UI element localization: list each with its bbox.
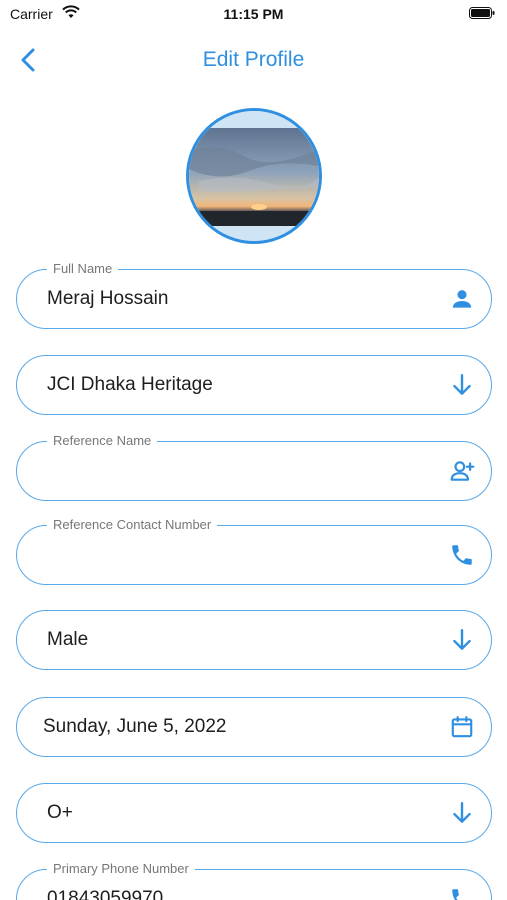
full-name-value[interactable]: Meraj Hossain [47,288,168,310]
club-dropdown[interactable]: JCI Dhaka Heritage [16,355,492,415]
blood-group-value: O+ [47,802,73,823]
person-icon [452,290,472,308]
primary-phone-value[interactable]: 01843059970 [47,888,163,900]
page-title: Edit Profile [202,48,305,71]
phone-icon [452,545,472,565]
calendar-icon [451,716,473,738]
birth-date-picker[interactable]: Sunday, June 5, 2022 [16,697,492,757]
reference-contact-field[interactable]: Reference Contact Number [16,517,492,585]
reference-contact-label: Reference Contact Number [47,517,218,532]
gender-value: Male [47,629,89,650]
add-person-icon [450,461,475,481]
phone-icon [452,889,459,900]
battery-icon [469,7,495,19]
arrow-down-icon [453,374,471,395]
arrow-down-icon [453,629,471,650]
primary-phone-field[interactable]: Primary Phone Number 01843059970 [16,861,492,900]
clock: 11:15 PM [223,6,284,22]
reference-name-label: Reference Name [47,433,158,448]
reference-name-field[interactable]: Reference Name [16,433,492,501]
arrow-down-icon [453,802,471,823]
status-bar: Carrier 11:15 PM [0,0,507,30]
blood-group-dropdown[interactable]: O+ [16,783,492,843]
full-name-field[interactable]: Full Name Meraj Hossain [16,261,492,329]
profile-photo [189,111,319,241]
avatar[interactable] [186,108,322,244]
full-name-label: Full Name [47,261,119,276]
club-value: JCI Dhaka Heritage [47,374,213,395]
primary-phone-label: Primary Phone Number [47,861,195,876]
birth-date-value: Sunday, June 5, 2022 [43,716,227,737]
gender-dropdown[interactable]: Male [16,610,492,670]
navigation-bar: Edit Profile [0,36,507,84]
